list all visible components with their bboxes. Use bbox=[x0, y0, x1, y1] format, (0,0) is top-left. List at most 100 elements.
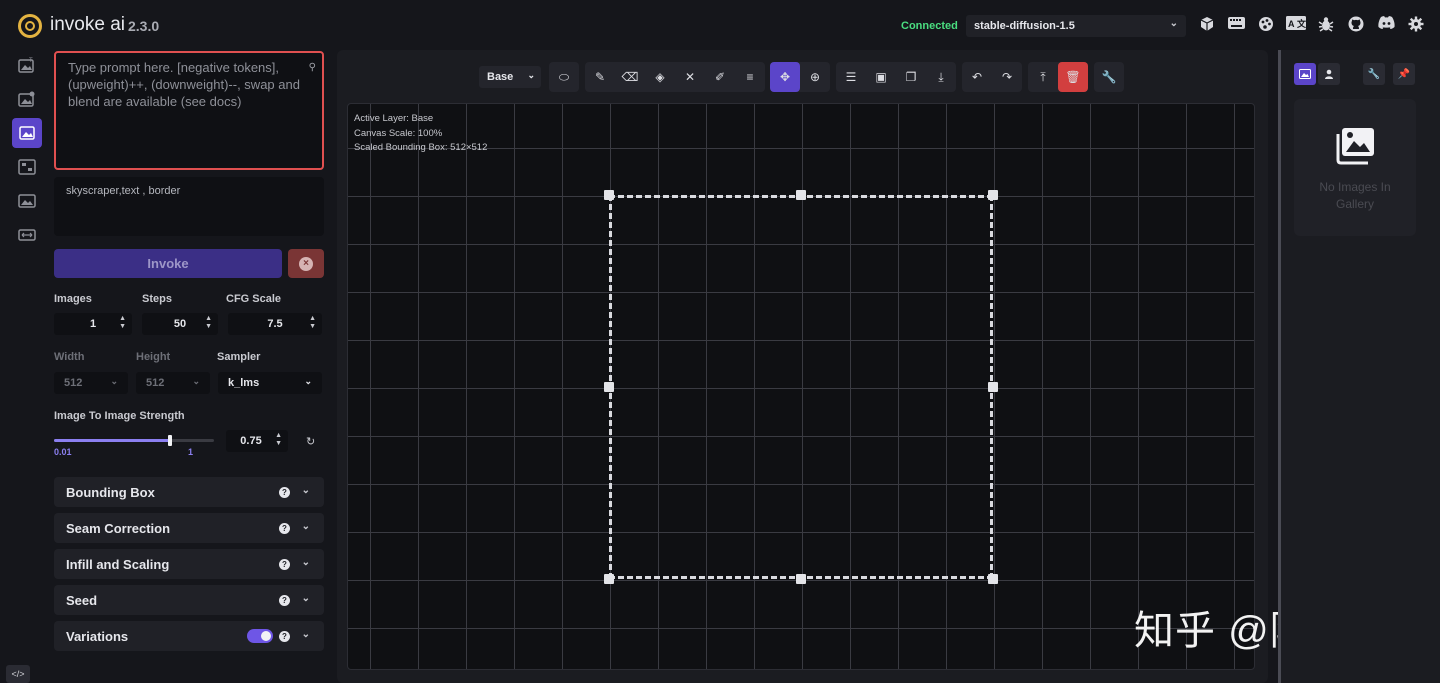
language-icon[interactable]: A文 bbox=[1286, 16, 1307, 34]
fill-bucket-icon[interactable]: ◈ bbox=[645, 62, 675, 92]
app-version: 2.3.0 bbox=[128, 18, 160, 34]
text-to-image-icon: T bbox=[18, 58, 34, 73]
height-value: 512 bbox=[146, 377, 165, 389]
bug-icon[interactable] bbox=[1317, 16, 1335, 34]
palette-icon[interactable] bbox=[1257, 16, 1275, 34]
stepper-arrows-icon[interactable]: ▲ ▼ bbox=[275, 432, 282, 448]
toolbar-settings-group: 🔧 bbox=[1094, 62, 1124, 92]
cube-icon[interactable] bbox=[1198, 16, 1216, 34]
gallery-empty-state: No Images In Gallery bbox=[1294, 99, 1416, 236]
github-icon[interactable] bbox=[1347, 16, 1365, 34]
prompt-input[interactable]: Type prompt here. [negative tokens], (up… bbox=[54, 51, 324, 170]
steps-stepper[interactable]: 50 ▲ ▼ bbox=[142, 313, 218, 335]
delete-icon[interactable]: 🗑 bbox=[1058, 62, 1088, 92]
strength-label: Image To Image Strength bbox=[54, 410, 185, 422]
bbox-handle[interactable] bbox=[796, 574, 806, 584]
strength-slider-thumb[interactable] bbox=[168, 435, 172, 446]
chevron-down-icon: ⌄ bbox=[527, 70, 535, 80]
redo-icon[interactable]: ↷ bbox=[992, 62, 1022, 92]
height-select[interactable]: 512 ⌄ bbox=[136, 372, 210, 394]
accordion-seed[interactable]: Seed ? ⌄ bbox=[54, 585, 324, 615]
gallery-settings-button[interactable]: 🔧 bbox=[1363, 63, 1385, 85]
stepper-arrows-icon[interactable]: ▲ ▼ bbox=[119, 315, 126, 331]
model-select[interactable]: stable-diffusion-1.5 ⌄ bbox=[966, 15, 1186, 37]
strength-stepper[interactable]: 0.75 ▲ ▼ bbox=[226, 430, 288, 452]
upload-icon[interactable]: ⤒ bbox=[1028, 62, 1058, 92]
help-icon[interactable]: ? bbox=[279, 559, 290, 570]
eraser-icon[interactable]: ⌫ bbox=[615, 62, 645, 92]
images-value: 1 bbox=[89, 318, 97, 330]
width-select[interactable]: 512 ⌄ bbox=[54, 372, 128, 394]
svg-text:A: A bbox=[1288, 19, 1295, 29]
layer-select[interactable]: Base ⌄ bbox=[479, 66, 541, 88]
bbox-handle[interactable] bbox=[604, 382, 614, 392]
discord-icon[interactable] bbox=[1377, 16, 1395, 34]
stepper-arrows-icon[interactable]: ▲ ▼ bbox=[205, 315, 212, 331]
move-icon[interactable]: ✥ bbox=[770, 62, 800, 92]
cfg-label: CFG Scale bbox=[226, 293, 282, 305]
download-icon[interactable]: ⤓ bbox=[926, 62, 956, 92]
bbox-handle[interactable] bbox=[988, 574, 998, 584]
info-bounding-box: Scaled Bounding Box: 512×512 bbox=[354, 142, 488, 153]
cancel-button[interactable]: × bbox=[288, 249, 324, 278]
mask-options-icon[interactable]: ⬭ bbox=[549, 62, 579, 92]
stepper-arrows-icon[interactable]: ▲ ▼ bbox=[309, 315, 316, 331]
gallery-pin-button[interactable]: 📌 bbox=[1393, 63, 1415, 85]
accordion-seam-correction[interactable]: Seam Correction ? ⌄ bbox=[54, 513, 324, 543]
toolbar-mask-group: ⬭ bbox=[549, 62, 579, 92]
image-to-image-icon bbox=[18, 91, 35, 107]
help-icon[interactable]: ? bbox=[279, 523, 290, 534]
accordion-bounding-box[interactable]: Bounding Box ? ⌄ bbox=[54, 477, 324, 507]
rail-nodes[interactable] bbox=[12, 152, 42, 182]
help-icon[interactable]: ? bbox=[279, 595, 290, 606]
brush-icon[interactable]: ✎ bbox=[585, 62, 615, 92]
wrench-icon[interactable]: 🔧 bbox=[1094, 62, 1124, 92]
cfg-stepper[interactable]: 7.5 ▲ ▼ bbox=[228, 313, 322, 335]
rail-unified-canvas[interactable] bbox=[12, 118, 42, 148]
bbox-handle[interactable] bbox=[988, 190, 998, 200]
bbox-handle[interactable] bbox=[796, 190, 806, 200]
bounding-box[interactable] bbox=[609, 195, 993, 579]
save-icon[interactable]: ▣ bbox=[866, 62, 896, 92]
bbox-handle[interactable] bbox=[988, 382, 998, 392]
rail-text-to-image[interactable]: T bbox=[12, 50, 42, 80]
keyboard-icon[interactable] bbox=[1227, 16, 1245, 34]
undo-icon[interactable]: ↶ bbox=[962, 62, 992, 92]
cfg-value: 7.5 bbox=[267, 318, 283, 330]
variations-toggle[interactable] bbox=[247, 629, 273, 643]
gallery-user-tab[interactable] bbox=[1318, 63, 1340, 85]
code-toggle-button[interactable]: </> bbox=[6, 665, 30, 683]
brush-options-icon[interactable]: ≡ bbox=[735, 62, 765, 92]
gallery-images-tab[interactable] bbox=[1294, 63, 1316, 85]
rail-training[interactable] bbox=[12, 220, 42, 250]
strength-max-label: 1 bbox=[188, 447, 194, 457]
rail-image-to-image[interactable] bbox=[12, 84, 42, 114]
help-icon[interactable]: ? bbox=[279, 487, 290, 498]
svg-text:T: T bbox=[29, 58, 33, 64]
toolbar-layer-group: ☰ ▣ ❐ ⤓ bbox=[836, 62, 956, 92]
help-icon[interactable]: ? bbox=[279, 631, 290, 642]
reset-icon[interactable]: ↻ bbox=[306, 435, 315, 448]
height-label: Height bbox=[136, 351, 171, 363]
sampler-select[interactable]: k_lms ⌄ bbox=[218, 372, 322, 394]
color-picker-icon[interactable]: ✐ bbox=[705, 62, 735, 92]
bbox-handle[interactable] bbox=[604, 190, 614, 200]
images-stepper[interactable]: 1 ▲ ▼ bbox=[54, 313, 132, 335]
rail-postprocessing[interactable] bbox=[12, 186, 42, 216]
reset-view-icon[interactable]: ⊕ bbox=[800, 62, 830, 92]
clear-icon[interactable]: ✕ bbox=[675, 62, 705, 92]
merge-layers-icon[interactable]: ☰ bbox=[836, 62, 866, 92]
copy-icon[interactable]: ❐ bbox=[896, 62, 926, 92]
pin-icon[interactable]: ⚲ bbox=[309, 59, 316, 76]
model-select-value: stable-diffusion-1.5 bbox=[974, 20, 1075, 32]
bbox-handle[interactable] bbox=[604, 574, 614, 584]
accordion-variations[interactable]: Variations ? ⌄ bbox=[54, 621, 324, 651]
gallery-images-icon bbox=[1336, 128, 1374, 165]
accordion-infill-scaling[interactable]: Infill and Scaling ? ⌄ bbox=[54, 549, 324, 579]
accordion-label: Seam Correction bbox=[66, 521, 171, 536]
chevron-down-icon: ⌄ bbox=[1169, 18, 1178, 29]
negative-prompt-input[interactable]: skyscraper,text , border bbox=[54, 177, 324, 236]
user-icon bbox=[1325, 69, 1333, 79]
invoke-button[interactable]: Invoke bbox=[54, 249, 282, 278]
settings-icon[interactable] bbox=[1407, 16, 1425, 34]
